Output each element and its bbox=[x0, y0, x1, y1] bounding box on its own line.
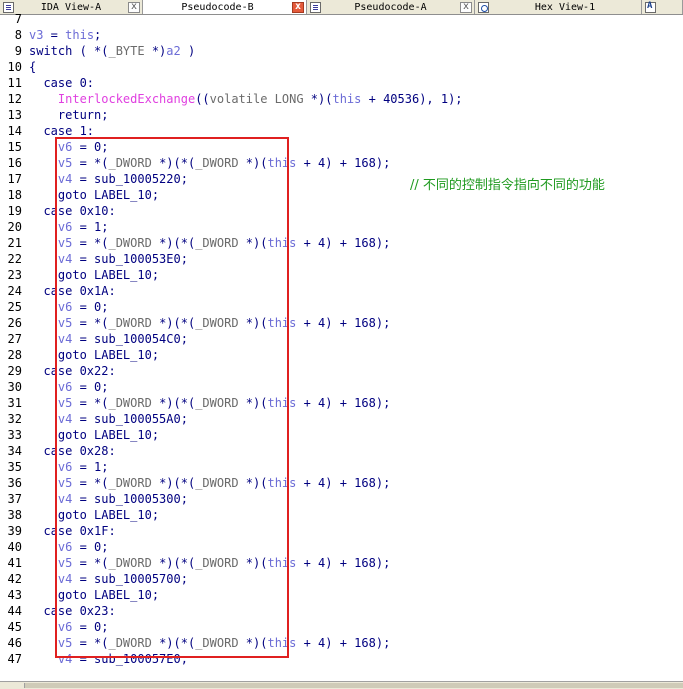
structures-icon bbox=[645, 1, 656, 13]
line-number: 19 bbox=[7, 204, 22, 218]
line-number: 40 bbox=[7, 540, 22, 554]
line-number: 11 bbox=[7, 76, 22, 90]
line-number: 43 bbox=[7, 588, 22, 602]
code-line[interactable]: 10 { bbox=[0, 59, 37, 75]
line-number: 17 bbox=[7, 172, 22, 186]
line-number: 28 bbox=[7, 348, 22, 362]
line-number: 45 bbox=[7, 620, 22, 634]
tab-label: Hex View-1 bbox=[534, 1, 596, 13]
line-number: 7 bbox=[14, 14, 22, 26]
code-text: { bbox=[29, 60, 37, 74]
code-line[interactable]: 13 return; bbox=[0, 107, 109, 123]
line-number: 16 bbox=[7, 156, 22, 170]
code-line[interactable]: 7 bbox=[0, 14, 29, 27]
line-number: 26 bbox=[7, 316, 22, 330]
code-text: return; bbox=[29, 108, 109, 122]
line-number: 46 bbox=[7, 636, 22, 650]
line-number: 22 bbox=[7, 252, 22, 266]
line-number: 39 bbox=[7, 524, 22, 538]
line-number: 24 bbox=[7, 284, 22, 298]
line-number: 35 bbox=[7, 460, 22, 474]
line-number: 10 bbox=[7, 60, 22, 74]
tab-label: IDA View-A bbox=[40, 1, 102, 13]
code-line[interactable]: 11 case 0: bbox=[0, 75, 94, 91]
line-number: 36 bbox=[7, 476, 22, 490]
close-tab-icon[interactable]: x bbox=[128, 1, 140, 13]
tab-label: Pseudocode-A bbox=[354, 1, 427, 13]
line-number: 15 bbox=[7, 140, 22, 154]
tab-pseudocode-a[interactable]: Pseudocode-A x bbox=[307, 0, 475, 14]
close-tab-icon[interactable]: x bbox=[460, 1, 472, 13]
line-number: 12 bbox=[7, 92, 22, 106]
tab-structures[interactable] bbox=[642, 0, 683, 14]
listing-icon bbox=[3, 1, 14, 13]
line-number: 8 bbox=[14, 28, 22, 42]
line-number: 41 bbox=[7, 556, 22, 570]
line-number: 14 bbox=[7, 124, 22, 138]
line-number: 21 bbox=[7, 236, 22, 250]
line-number: 20 bbox=[7, 220, 22, 234]
hex-icon bbox=[478, 1, 489, 13]
code-text: case 0: bbox=[29, 76, 95, 90]
code-line[interactable]: 12 InterlockedExchange((volatile LONG *)… bbox=[0, 91, 463, 107]
line-number: 23 bbox=[7, 268, 22, 282]
line-number: 29 bbox=[7, 364, 22, 378]
annotation-highlight-box bbox=[55, 137, 289, 658]
tab-pseudocode-b[interactable]: Pseudocode-B x bbox=[143, 0, 307, 14]
line-number: 31 bbox=[7, 396, 22, 410]
code-comment: // 不同的控制指令指向不同的功能 bbox=[410, 178, 605, 193]
code-text: InterlockedExchange((volatile LONG *)(th… bbox=[57, 92, 463, 106]
listing-icon bbox=[310, 1, 321, 13]
line-number: 9 bbox=[14, 44, 22, 58]
line-number: 33 bbox=[7, 428, 22, 442]
line-number: 27 bbox=[7, 332, 22, 346]
scrollbar-thumb[interactable] bbox=[24, 683, 683, 688]
line-number: 25 bbox=[7, 300, 22, 314]
code-line[interactable]: 9 switch ( *(_BYTE *)a2 ) bbox=[0, 43, 195, 59]
tab-ida-view-a[interactable]: IDA View-A x bbox=[0, 0, 143, 14]
code-text: v3 = this; bbox=[29, 28, 102, 42]
tab-label: Pseudocode-B bbox=[181, 1, 254, 13]
close-tab-icon[interactable]: x bbox=[292, 1, 304, 13]
line-number: 30 bbox=[7, 380, 22, 394]
line-number: 37 bbox=[7, 492, 22, 506]
code-line[interactable]: 8 v3 = this; bbox=[0, 27, 102, 43]
line-number: 34 bbox=[7, 444, 22, 458]
line-number: 38 bbox=[7, 508, 22, 522]
line-number: 18 bbox=[7, 188, 22, 202]
code-text: switch ( *(_BYTE *)a2 ) bbox=[29, 44, 196, 58]
line-number: 32 bbox=[7, 412, 22, 426]
tab-hex-view-1[interactable]: Hex View-1 bbox=[475, 0, 642, 14]
line-number: 44 bbox=[7, 604, 22, 618]
code-text: case 1: bbox=[29, 124, 95, 138]
line-number: 47 bbox=[7, 652, 22, 666]
tab-bar: IDA View-A x Pseudocode-B x Pseudocode-A x Hex… bbox=[0, 0, 683, 15]
line-number: 42 bbox=[7, 572, 22, 586]
line-number: 13 bbox=[7, 108, 22, 122]
